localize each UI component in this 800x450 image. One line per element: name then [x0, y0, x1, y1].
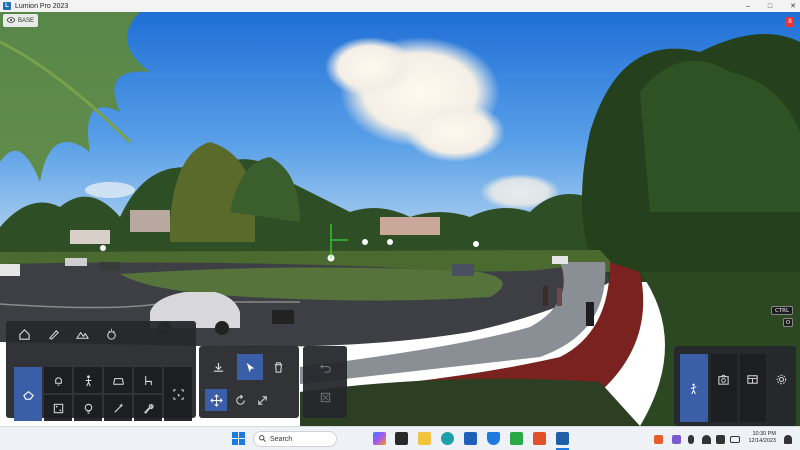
- select-box-icon[interactable]: [167, 383, 189, 405]
- magic-icon[interactable]: [107, 397, 129, 419]
- lumion-window: L Lumion Pro 2023 – □ ✕ BASE 8 CTRL O Se…: [0, 0, 800, 450]
- window-title: Lumion Pro 2023: [15, 2, 69, 10]
- camtasia-icon[interactable]: [510, 432, 523, 445]
- clock-date: 12/14/2023: [748, 438, 776, 444]
- minimize-button[interactable]: –: [746, 3, 750, 10]
- grid-icon[interactable]: [314, 386, 336, 408]
- volume-icon[interactable]: [716, 435, 725, 444]
- lumion-taskbar-icon[interactable]: [556, 432, 569, 445]
- dice-icon[interactable]: [47, 397, 69, 419]
- car-icon[interactable]: [107, 369, 129, 391]
- rotate-icon[interactable]: [229, 389, 251, 411]
- notification-bell-icon[interactable]: [784, 435, 792, 444]
- defender-icon[interactable]: [487, 432, 500, 445]
- person-icon[interactable]: [77, 369, 99, 391]
- pen-icon[interactable]: [672, 435, 681, 444]
- tray-app-icon[interactable]: [654, 435, 663, 444]
- object-tools-panel: [6, 321, 196, 421]
- bulb-icon[interactable]: [77, 397, 99, 419]
- recorder-icon[interactable]: [533, 432, 546, 445]
- camera-icon[interactable]: [712, 368, 734, 390]
- lumion-app-icon: L: [3, 2, 11, 10]
- building-icon[interactable]: [14, 367, 42, 421]
- search-icon: [259, 434, 266, 444]
- eye-icon: [7, 16, 15, 25]
- title-bar: L Lumion Pro 2023 – □ ✕: [0, 0, 800, 12]
- bell-icon[interactable]: [47, 369, 69, 391]
- scale-icon[interactable]: [251, 389, 273, 411]
- view-mode-label: BASE: [18, 17, 35, 24]
- store-icon[interactable]: [464, 432, 477, 445]
- system-clock[interactable]: 10:30 PM 12/14/2023: [748, 431, 776, 445]
- close-button[interactable]: ✕: [790, 2, 796, 10]
- o-key-hint: O: [783, 318, 793, 327]
- file-explorer-icon[interactable]: [418, 432, 431, 445]
- panorama-icon[interactable]: [741, 368, 763, 390]
- maximize-button[interactable]: □: [768, 3, 772, 10]
- quality-indicator-badge[interactable]: 8: [786, 17, 794, 27]
- select-arrow-icon[interactable]: [237, 354, 263, 380]
- output-panel: [674, 346, 796, 426]
- brush-icon[interactable]: [42, 323, 64, 345]
- wrench-icon[interactable]: [137, 397, 159, 419]
- home-icon[interactable]: [13, 323, 35, 345]
- undo-icon[interactable]: [314, 356, 336, 378]
- settings-icon[interactable]: [770, 368, 792, 390]
- terrain-icon[interactable]: [71, 323, 93, 345]
- chair-icon[interactable]: [137, 369, 159, 391]
- history-panel: [303, 346, 347, 418]
- clock-time: 10:30 PM: [752, 431, 776, 437]
- taskbar-search[interactable]: Search: [253, 431, 337, 447]
- edge-browser-icon[interactable]: [441, 432, 454, 445]
- microphone-icon[interactable]: [688, 435, 694, 444]
- move-icon[interactable]: [205, 389, 227, 411]
- delete-icon[interactable]: [267, 356, 289, 378]
- build-mode-icon[interactable]: [680, 354, 708, 422]
- ctrl-key-hint: CTRL: [771, 306, 793, 315]
- effects-icon[interactable]: [100, 323, 122, 345]
- window-controls: – □ ✕: [746, 0, 796, 12]
- edit-tools-panel: [199, 346, 299, 418]
- place-icon[interactable]: [207, 356, 229, 378]
- windows-taskbar: Search 10:30 PM 12/14/2023: [0, 426, 800, 450]
- task-view-icon[interactable]: [395, 432, 408, 445]
- 3d-viewport[interactable]: BASE 8 CTRL O: [0, 12, 800, 426]
- wifi-icon[interactable]: [702, 435, 711, 444]
- view-mode-indicator[interactable]: BASE: [3, 14, 39, 27]
- windows-start-icon[interactable]: [232, 432, 245, 445]
- search-placeholder: Search: [270, 435, 293, 443]
- copilot-icon[interactable]: [373, 432, 386, 445]
- battery-icon[interactable]: [730, 436, 740, 443]
